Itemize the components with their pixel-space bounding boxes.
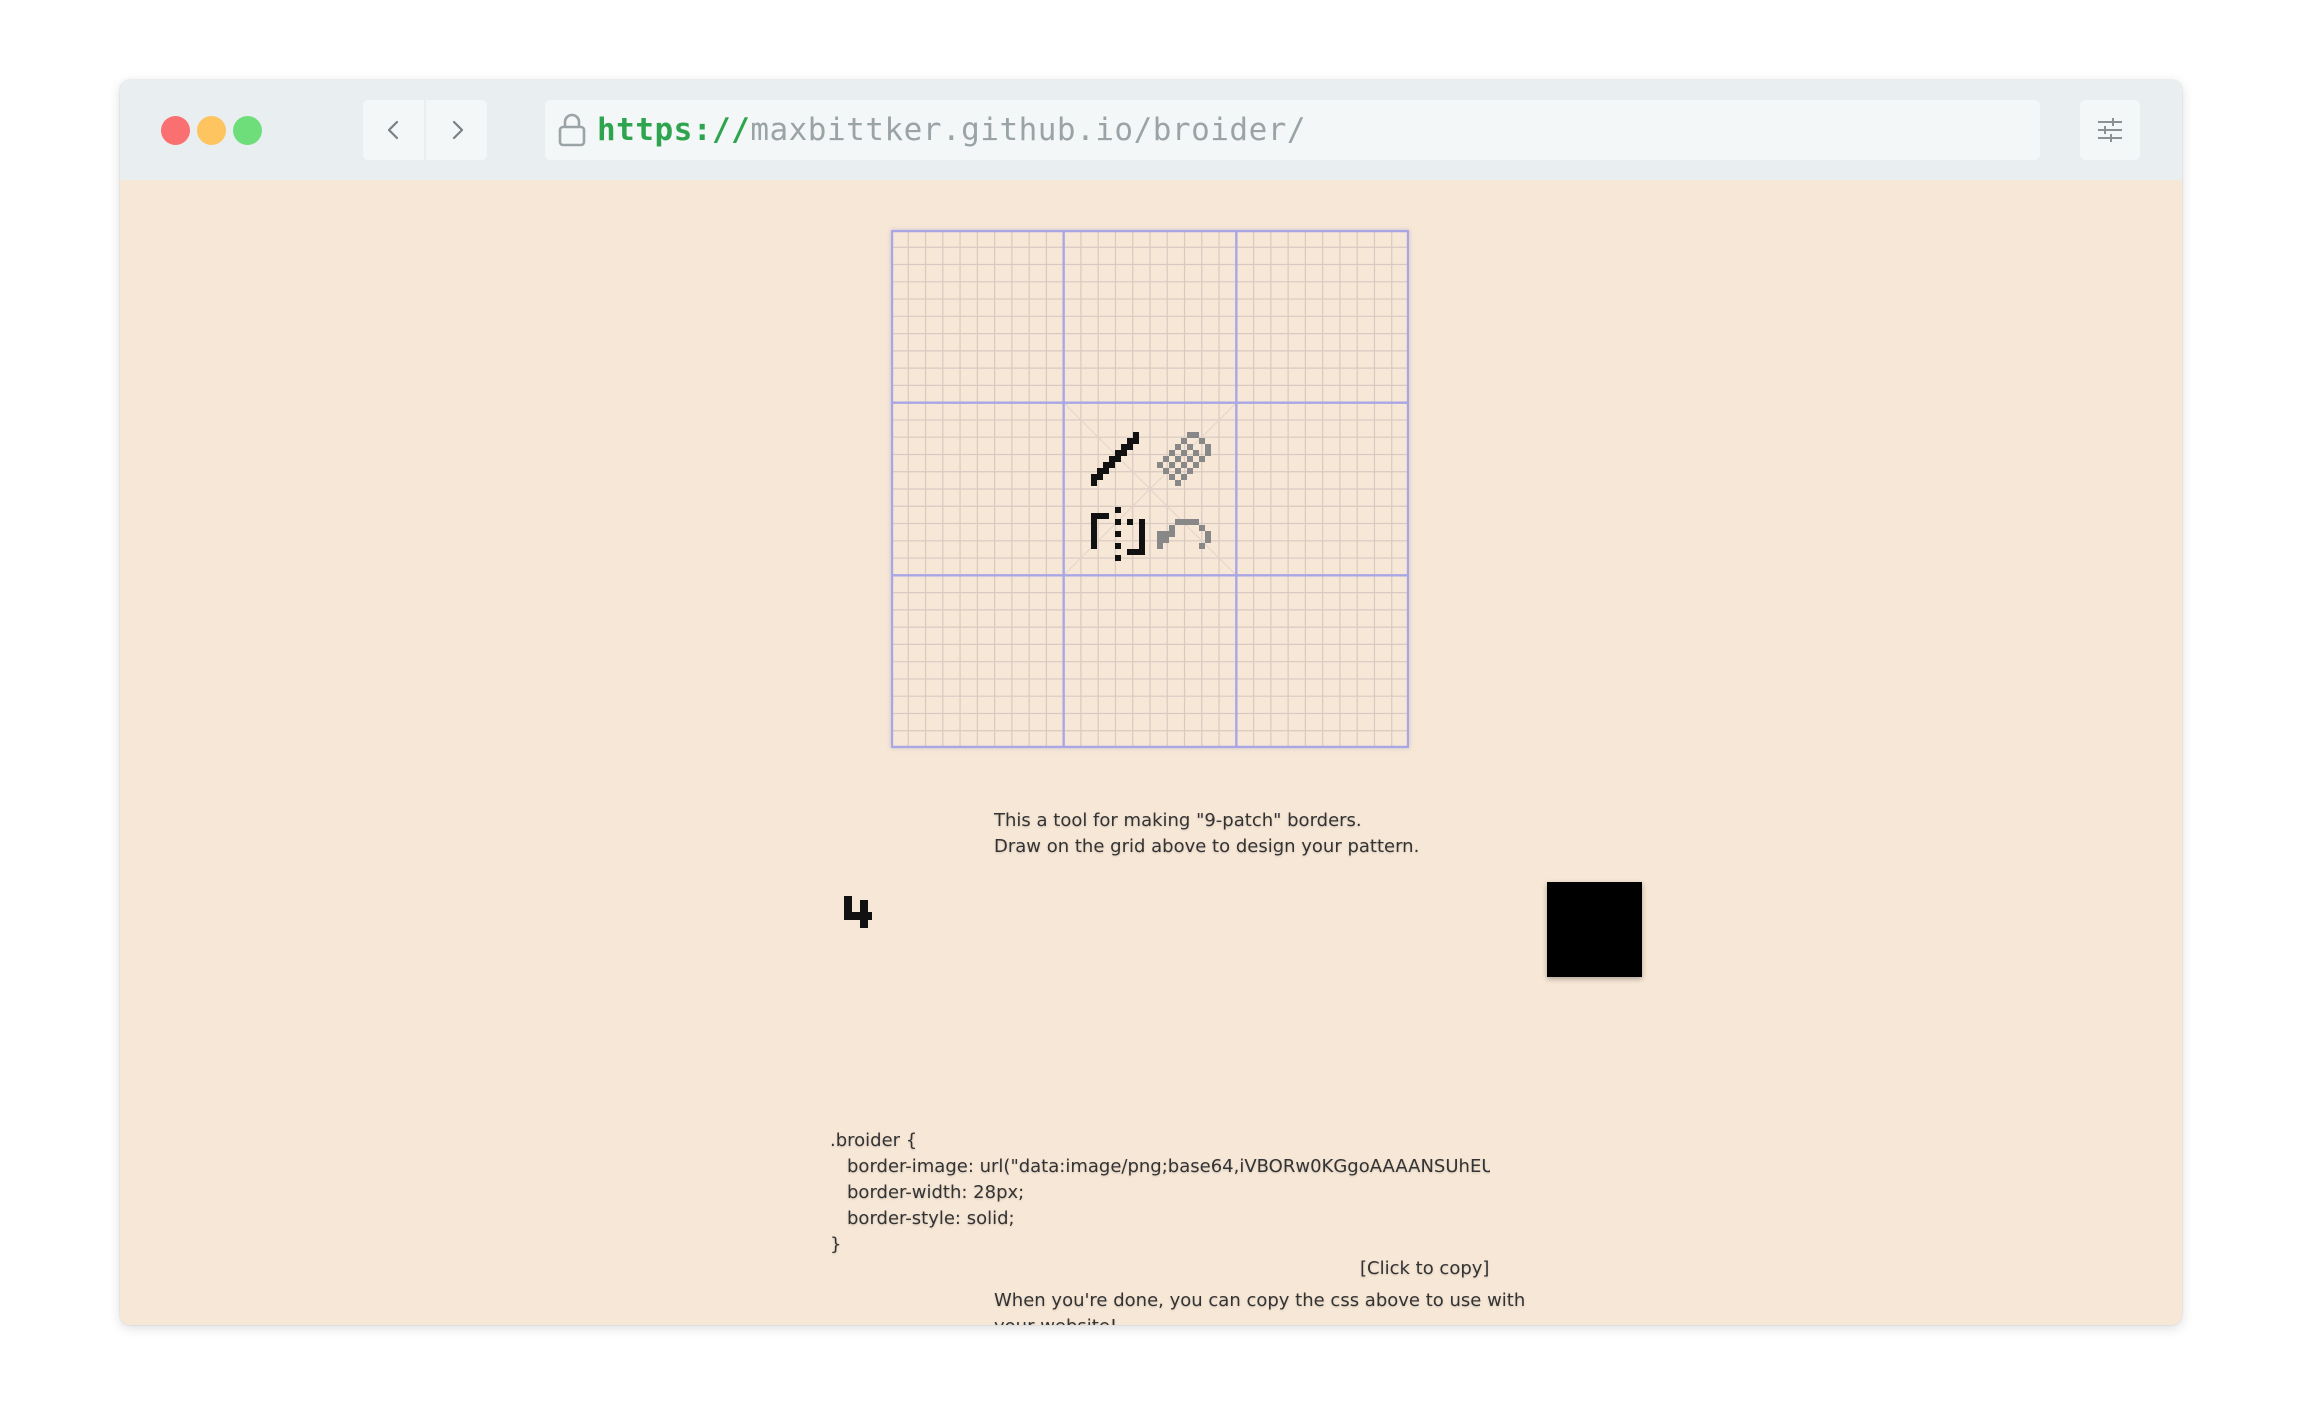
lock-icon [558, 113, 586, 147]
pattern-grid[interactable] [891, 230, 1409, 748]
browser-toolbar: https://maxbittker.github.io/broider/ [120, 80, 2182, 180]
undo-button[interactable] [1157, 507, 1211, 561]
css-output[interactable]: .broider { border-image: url("data:image… [830, 1128, 1490, 1258]
copy-css-button[interactable]: [Click to copy] [1360, 1256, 1489, 1282]
description-line-1: This a tool for making "9-patch" borders… [994, 810, 1362, 831]
css-border-width: border-width: 28px; [847, 1182, 1025, 1203]
address-bar[interactable]: https://maxbittker.github.io/broider/ [545, 100, 2040, 160]
url-path: maxbittker.github.io/broider/ [750, 112, 1307, 148]
erase-tool-button[interactable] [1157, 432, 1211, 486]
mirror-icon [1091, 507, 1145, 561]
settings-button[interactable] [2080, 100, 2140, 160]
browser-window: https://maxbittker.github.io/broider/ Th… [120, 80, 2182, 1325]
eraser-icon [1157, 432, 1211, 486]
page-content: This a tool for making "9-patch" borders… [120, 180, 2182, 1325]
close-window-button[interactable] [161, 116, 190, 145]
pen-icon [1091, 432, 1139, 486]
css-selector-close: } [830, 1234, 842, 1255]
description-line-2: Draw on the grid above to design your pa… [994, 836, 1420, 857]
size-counter[interactable]: 4 [840, 892, 876, 932]
undo-icon [1157, 519, 1211, 549]
sliders-icon [2098, 118, 2122, 142]
css-border-style: border-style: solid; [847, 1208, 1015, 1229]
chevron-left-icon [387, 120, 398, 140]
footer-text: When you're done, you can copy the css a… [994, 1290, 1526, 1325]
url-text: https://maxbittker.github.io/broider/ [597, 112, 1306, 148]
chevron-right-icon [452, 120, 463, 140]
mirror-tool-button[interactable] [1091, 507, 1145, 561]
url-scheme: https:// [597, 112, 751, 148]
draw-tool-button[interactable] [1091, 432, 1145, 486]
maximize-window-button[interactable] [233, 116, 262, 145]
minimize-window-button[interactable] [197, 116, 226, 145]
border-preview [1547, 882, 1642, 977]
back-button[interactable] [363, 100, 424, 160]
css-border-image: border-image: url("data:image/png;base64… [847, 1156, 1490, 1177]
pattern-grid-canvas[interactable] [891, 230, 1409, 748]
description-text: This a tool for making "9-patch" borders… [994, 808, 1554, 860]
digit-4-glyph [844, 896, 872, 928]
forward-button[interactable] [426, 100, 487, 160]
css-selector-open: .broider { [830, 1130, 918, 1151]
